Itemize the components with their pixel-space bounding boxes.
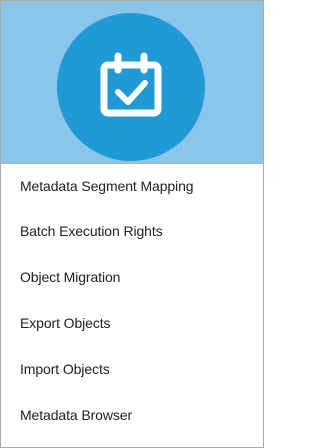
menu-item-export-objects[interactable]: Export Objects	[1, 300, 263, 346]
context-menu-panel: Metadata Segment Mapping Batch Execution…	[0, 0, 264, 448]
icon-circle	[57, 13, 205, 161]
menu-item-batch-execution-rights[interactable]: Batch Execution Rights	[1, 208, 263, 254]
menu-header-banner	[1, 1, 263, 164]
menu-item-import-objects[interactable]: Import Objects	[1, 346, 263, 392]
menu-item-metadata-segment-mapping[interactable]: Metadata Segment Mapping	[1, 164, 263, 208]
menu-item-object-migration[interactable]: Object Migration	[1, 254, 263, 300]
menu-list: Metadata Segment Mapping Batch Execution…	[1, 164, 263, 438]
menu-item-metadata-browser[interactable]: Metadata Browser	[1, 392, 263, 438]
calendar-check-icon	[100, 52, 162, 117]
